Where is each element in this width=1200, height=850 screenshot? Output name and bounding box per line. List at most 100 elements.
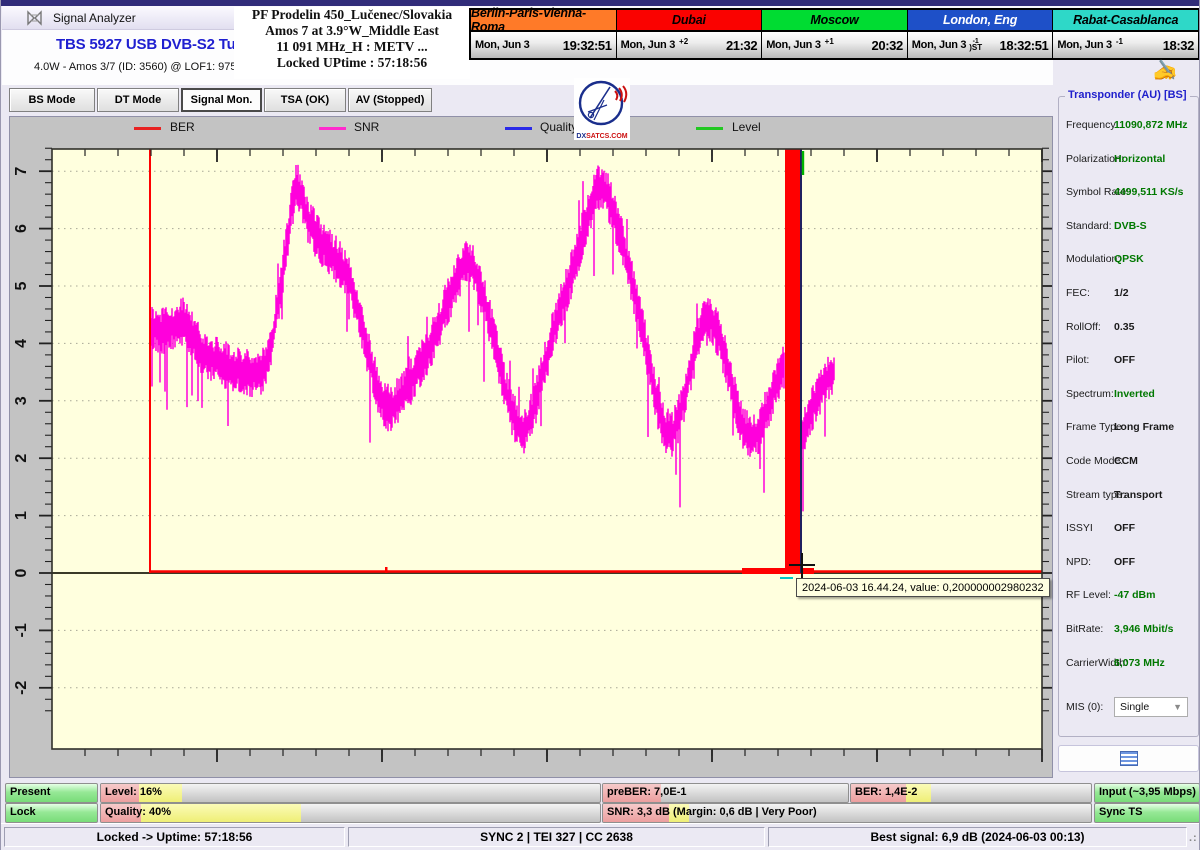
clock-time-london: Mon, Jun 3 -1 )ST 18:32:51 xyxy=(908,30,1054,58)
chart-tooltip: 2024-06-03 16.44.24, value: 0,2000000029… xyxy=(796,578,1050,597)
transponder-row-value: OFF xyxy=(1114,522,1135,534)
bs-mode-button[interactable]: BS Mode xyxy=(9,88,95,112)
mis-selected-value: Single xyxy=(1120,701,1149,713)
clock-date: Mon, Jun 3 xyxy=(912,39,966,51)
clock-date: Mon, Jun 3 xyxy=(766,39,820,51)
world-clocks: Berlin-Paris-Vienna-Roma Dubai Moscow Lo… xyxy=(469,8,1200,60)
svg-text:7: 7 xyxy=(13,167,30,176)
clock-utc-offset: +1 xyxy=(825,37,834,46)
svg-text:-1: -1 xyxy=(13,623,30,637)
clock-dst-offset: -1 )ST xyxy=(969,39,982,51)
transponder-row-value: 0.35 xyxy=(1114,321,1134,333)
clock-names-row: Berlin-Paris-Vienna-Roma Dubai Moscow Lo… xyxy=(471,10,1198,30)
satellite-dish-icon xyxy=(574,78,630,128)
site-info-block: PF Prodelin 450_Lučenec/Slovakia Amos 7 … xyxy=(234,7,470,79)
sync-ts-indicator: Sync TS xyxy=(1094,803,1200,823)
clock-time: 18:32:51 xyxy=(1000,38,1049,53)
svg-text:0: 0 xyxy=(13,568,30,577)
transponder-row-value: Long Frame xyxy=(1114,421,1174,433)
clock-name-dubai: Dubai xyxy=(617,10,763,30)
lock-indicator: Lock xyxy=(5,803,98,823)
clock-time-rabat: Mon, Jun 3 -1 18:32 xyxy=(1053,30,1198,58)
present-indicator: Present xyxy=(5,783,98,803)
clock-time: 20:32 xyxy=(872,38,903,53)
svg-text:3: 3 xyxy=(13,396,30,405)
signal-chart[interactable]: -2-101234567 xyxy=(10,117,1052,777)
svg-text:6: 6 xyxy=(13,224,30,233)
clock-name-moscow: Moscow xyxy=(762,10,908,30)
mis-select[interactable]: Single ▼ xyxy=(1114,697,1188,717)
resize-grip[interactable]: .: xyxy=(1189,832,1198,844)
clock-date: Mon, Jun 3 xyxy=(475,39,529,51)
clock-time-dubai: Mon, Jun 3 +2 21:32 xyxy=(617,30,763,58)
transponder-row-label: NPD: xyxy=(1066,556,1091,568)
chart-container: BER SNR Quality Level -2-101234567 xyxy=(9,116,1053,778)
writing-hand-icon: ✍ xyxy=(1153,58,1178,83)
transponder-list-button[interactable] xyxy=(1058,745,1199,772)
transponder-row-label: Frequency: xyxy=(1066,119,1119,131)
clock-time: 18:32 xyxy=(1163,38,1194,53)
mis-label: MIS (0): xyxy=(1066,701,1103,713)
av-button[interactable]: AV (Stopped) xyxy=(348,88,432,112)
transponder-row-value: -47 dBm xyxy=(1114,589,1155,601)
transponder-row-label: Modulation: xyxy=(1066,253,1120,265)
transponder-row-value: OFF xyxy=(1114,354,1135,366)
status-uptime: Locked -> Uptime: 57:18:56 xyxy=(4,827,345,847)
level-bar: Level: 16% xyxy=(100,783,601,803)
transponder-row-label: RF Level: xyxy=(1066,589,1111,601)
status-best-signal: Best signal: 6,9 dB (2024-06-03 00:13) xyxy=(768,827,1187,847)
logo-text-rest: SATCS.COM xyxy=(586,133,627,140)
transponder-row-label: Standard: xyxy=(1066,220,1112,232)
transponder-row-value: 11090,872 MHz xyxy=(1114,119,1188,131)
site-line-1: PF Prodelin 450_Lučenec/Slovakia xyxy=(234,7,470,23)
svg-text:-2: -2 xyxy=(13,681,30,695)
transponder-row-value: Transport xyxy=(1114,489,1162,501)
clock-date: Mon, Jun 3 xyxy=(621,39,675,51)
transponder-row-value: Inverted xyxy=(1114,388,1155,400)
clock-time: 21:32 xyxy=(726,38,757,53)
transponder-row-value: Horizontal xyxy=(1114,153,1165,165)
clock-time-moscow: Mon, Jun 3 +1 20:32 xyxy=(762,30,908,58)
transponder-row-label: ISSYI xyxy=(1066,522,1093,534)
list-icon xyxy=(1120,751,1138,766)
dxsatcs-logo: DXSATCS.COM xyxy=(574,78,630,140)
transponder-title: Transponder (AU) [BS] xyxy=(1065,89,1190,101)
transponder-row-label: RollOff: xyxy=(1066,321,1101,333)
clock-time-berlin: Mon, Jun 3 19:32:51 xyxy=(471,30,617,58)
svg-text:2: 2 xyxy=(13,454,30,463)
snr-bar: SNR: 3,3 dB (Margin: 0,6 dB | Very Poor) xyxy=(602,803,1092,823)
transponder-groupbox: Single ▼ Frequency:11090,872 MHzPolariza… xyxy=(1058,96,1199,737)
chevron-down-icon: ▼ xyxy=(1173,702,1182,712)
clock-name-rabat: Rabat-Casablanca xyxy=(1053,10,1198,30)
transponder-row-value: CCM xyxy=(1114,455,1138,467)
transponder-row-label: Spectrum: xyxy=(1066,388,1114,400)
input-indicator: Input (~3,95 Mbps) xyxy=(1094,783,1200,803)
quality-bar: Quality: 40% xyxy=(100,803,601,823)
clock-time: 19:32:51 xyxy=(563,38,612,53)
transponder-row-value: 6,073 MHz xyxy=(1114,657,1165,669)
tsa-button[interactable]: TSA (OK) xyxy=(264,88,346,112)
transponder-row-value: QPSK xyxy=(1114,253,1144,265)
app-icon xyxy=(26,10,43,26)
transponder-row-value: DVB-S xyxy=(1114,220,1147,232)
transponder-row-value: 3,946 Mbit/s xyxy=(1114,623,1174,635)
transponder-row-value: 1/2 xyxy=(1114,287,1129,299)
transponder-row-value: OFF xyxy=(1114,556,1135,568)
dt-mode-button[interactable]: DT Mode xyxy=(97,88,179,112)
app-window: Signal Analyzer TBS 5927 USB DVB-S2 Tune… xyxy=(0,0,1200,850)
transponder-row-label: Pilot: xyxy=(1066,354,1089,366)
status-sync-counters: SYNC 2 | TEI 327 | CC 2638 xyxy=(348,827,765,847)
site-line-2: Amos 7 at 3.9°W_Middle East xyxy=(234,23,470,39)
prebber-bar: preBER: 7,0E-1 xyxy=(602,783,849,803)
svg-text:1: 1 xyxy=(13,511,30,520)
svg-text:5: 5 xyxy=(13,281,30,290)
site-line-4: Locked UPtime : 57:18:56 xyxy=(234,55,470,71)
transponder-row-value: 4499,511 KS/s xyxy=(1114,186,1183,198)
clock-name-berlin: Berlin-Paris-Vienna-Roma xyxy=(471,10,617,30)
transponder-row-label: BitRate: xyxy=(1066,623,1103,635)
signal-mon-button[interactable]: Signal Mon. xyxy=(181,88,262,112)
window-title: Signal Analyzer xyxy=(53,11,136,25)
tuner-title: TBS 5927 USB DVB-S2 Tuner xyxy=(56,36,258,53)
transponder-row-label: FEC: xyxy=(1066,287,1090,299)
clock-utc-offset: +2 xyxy=(679,37,688,46)
